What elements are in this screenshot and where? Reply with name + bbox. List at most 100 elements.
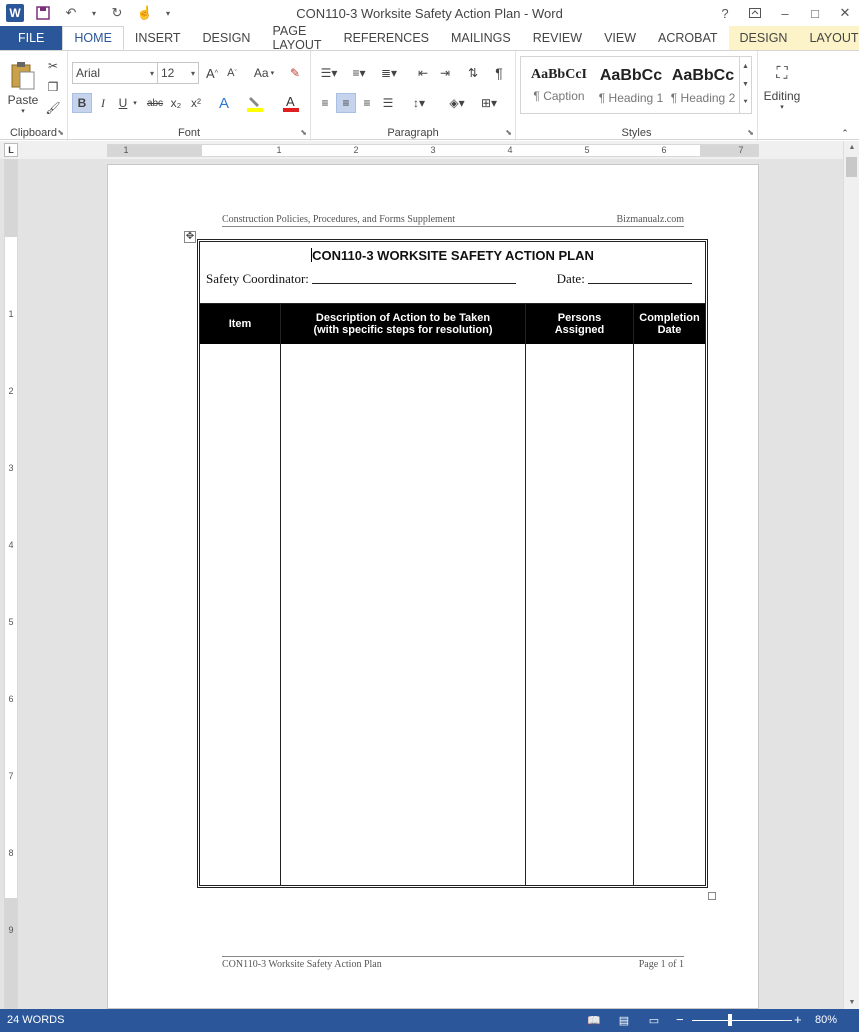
maximize-button[interactable]: □ [807, 4, 823, 22]
column-persons-assigned[interactable]: Persons Assigned [526, 304, 634, 886]
zoom-slider[interactable] [692, 1020, 792, 1021]
font-launcher-icon[interactable]: ⬊ [300, 128, 307, 137]
bullets-icon[interactable]: ☰▾ [315, 63, 343, 83]
zoom-out-button[interactable]: − [676, 1012, 684, 1027]
ribbon-display-options-icon[interactable] [747, 4, 763, 22]
increase-indent-icon[interactable]: ⇥ [435, 63, 455, 83]
underline-dropdown-icon[interactable]: ▾ [131, 93, 139, 113]
tab-page-layout[interactable]: PAGE LAYOUT [261, 24, 332, 52]
decrease-indent-icon[interactable]: ⇤ [413, 63, 433, 83]
table-move-handle-icon[interactable]: ✥ [184, 231, 196, 243]
paste-button[interactable]: Paste ▾ [6, 55, 40, 121]
tab-review[interactable]: REVIEW [522, 26, 593, 50]
underline-button[interactable]: U [114, 93, 132, 113]
tab-insert[interactable]: INSERT [124, 26, 192, 50]
style-heading-2[interactable]: AaBbCc ¶ Heading 2 [667, 59, 739, 113]
scroll-down-icon[interactable]: ▼ [844, 999, 859, 1006]
collapse-ribbon-icon[interactable]: ⌃ [838, 127, 852, 139]
subscript-button[interactable]: x₂ [167, 93, 185, 113]
style-caption[interactable]: AaBbCcI ¶ Caption [523, 59, 595, 113]
tab-mailings[interactable]: MAILINGS [440, 26, 522, 50]
zoom-slider-thumb[interactable] [728, 1014, 732, 1026]
numbering-icon[interactable]: ≡▾ [345, 63, 373, 83]
tab-design[interactable]: DESIGN [192, 26, 262, 50]
styles-scroll-down-icon[interactable]: ▼ [742, 81, 749, 88]
touch-mode-icon[interactable]: ☝ [136, 4, 154, 22]
text-effects-icon[interactable]: A [214, 93, 234, 113]
styles-launcher-icon[interactable]: ⬊ [747, 128, 754, 137]
scroll-up-icon[interactable]: ▲ [844, 144, 859, 151]
header-right-text: Bizmanualz.com [616, 214, 684, 225]
copy-icon[interactable]: ❐ [44, 78, 62, 96]
tab-home[interactable]: HOME [62, 26, 124, 50]
zoom-in-button[interactable]: + [794, 1012, 802, 1027]
undo-icon[interactable]: ↶ [62, 4, 80, 22]
editing-button[interactable]: ⛶ Editing ▾ [762, 55, 802, 121]
style-heading-1[interactable]: AaBbCc ¶ Heading 1 [595, 59, 667, 113]
borders-icon[interactable]: ⊞▾ [475, 93, 503, 113]
customize-qat-icon[interactable]: ▾ [164, 4, 172, 22]
align-left-icon[interactable]: ≡ [315, 93, 335, 113]
minimize-button[interactable]: – [777, 4, 793, 22]
clipboard-launcher-icon[interactable]: ⬊ [57, 128, 64, 137]
shading-icon[interactable]: ◈▾ [443, 93, 471, 113]
bold-button[interactable]: B [72, 93, 92, 113]
font-size-select[interactable]: 12 ▾ [157, 62, 199, 84]
font-color-icon[interactable]: A [280, 93, 302, 113]
change-case-button[interactable]: Aa ▾ [250, 63, 278, 83]
help-icon[interactable]: ? [717, 4, 733, 22]
align-center-icon[interactable]: ≡ [336, 93, 356, 113]
paragraph-launcher-icon[interactable]: ⬊ [505, 128, 512, 137]
table-resize-handle[interactable] [708, 892, 716, 900]
align-right-icon[interactable]: ≡ [357, 93, 377, 113]
horizontal-ruler[interactable]: 1 1 2 3 4 5 6 7 [107, 144, 759, 157]
vertical-scrollbar[interactable]: ▲ ▼ [843, 141, 859, 1009]
clear-formatting-icon[interactable]: ✎ [286, 63, 304, 83]
word-count[interactable]: 24 WORDS [7, 1014, 64, 1026]
strikethrough-button[interactable]: abc [144, 93, 166, 113]
date-field[interactable] [588, 272, 693, 284]
safety-action-plan-table[interactable]: CON110-3 WORKSITE SAFETY ACTION PLAN Saf… [197, 239, 708, 888]
tab-acrobat[interactable]: ACROBAT [647, 26, 729, 50]
undo-dropdown-icon[interactable]: ▾ [90, 4, 98, 22]
column-completion-date[interactable]: Completion Date [634, 304, 705, 886]
format-painter-icon[interactable]: 🖌 [44, 99, 62, 117]
styles-scroll-up-icon[interactable]: ▲ [742, 63, 749, 70]
document-page[interactable]: Construction Policies, Procedures, and F… [107, 164, 759, 1009]
styles-gallery: AaBbCcI ¶ Caption AaBbCc ¶ Heading 1 AaB… [520, 56, 752, 114]
sort-icon[interactable]: ⇅ [463, 63, 483, 83]
vertical-ruler[interactable]: 1 2 3 4 5 6 7 8 9 [4, 159, 18, 1009]
read-mode-icon[interactable]: 📖 [586, 1012, 602, 1028]
tab-view[interactable]: VIEW [593, 26, 647, 50]
font-name-select[interactable]: Arial ▾ [72, 62, 158, 84]
web-layout-icon[interactable]: ▭ [646, 1012, 662, 1028]
close-button[interactable]: ✕ [837, 4, 853, 22]
shrink-font-button[interactable]: Aˇ [223, 63, 241, 83]
highlight-color-icon[interactable] [244, 93, 266, 113]
coordinator-field[interactable] [312, 272, 517, 284]
redo-icon[interactable]: ↻ [108, 4, 126, 22]
cut-icon[interactable]: ✂ [44, 57, 62, 75]
show-formatting-icon[interactable]: ¶ [489, 63, 509, 83]
superscript-button[interactable]: x² [187, 93, 205, 113]
zoom-level[interactable]: 80% [815, 1014, 837, 1026]
print-layout-icon[interactable]: ▤ [616, 1012, 632, 1028]
scrollbar-thumb[interactable] [846, 157, 857, 177]
quick-access-toolbar: W ↶ ▾ ↻ ☝ ▾ [6, 4, 172, 22]
column-header-persons-assigned: Persons Assigned [526, 304, 633, 344]
styles-more-icon[interactable]: ⯆ [743, 99, 749, 107]
word-app-icon[interactable]: W [6, 4, 24, 22]
justify-icon[interactable]: ☰ [378, 93, 398, 113]
line-spacing-icon[interactable]: ↕▾ [405, 93, 433, 113]
italic-button[interactable]: I [94, 93, 112, 113]
tab-references[interactable]: REFERENCES [333, 26, 440, 50]
save-icon[interactable] [34, 4, 52, 22]
tab-table-layout[interactable]: LAYOUT [798, 26, 859, 50]
tab-file[interactable]: FILE [0, 26, 63, 50]
column-description[interactable]: Description of Action to be Taken (with … [281, 304, 526, 886]
column-item[interactable]: Item [200, 304, 281, 886]
grow-font-button[interactable]: A ^ [203, 63, 221, 83]
multilevel-list-icon[interactable]: ≣▾ [375, 63, 403, 83]
tab-table-design[interactable]: DESIGN [728, 26, 799, 50]
tab-selector[interactable]: L [4, 143, 18, 157]
